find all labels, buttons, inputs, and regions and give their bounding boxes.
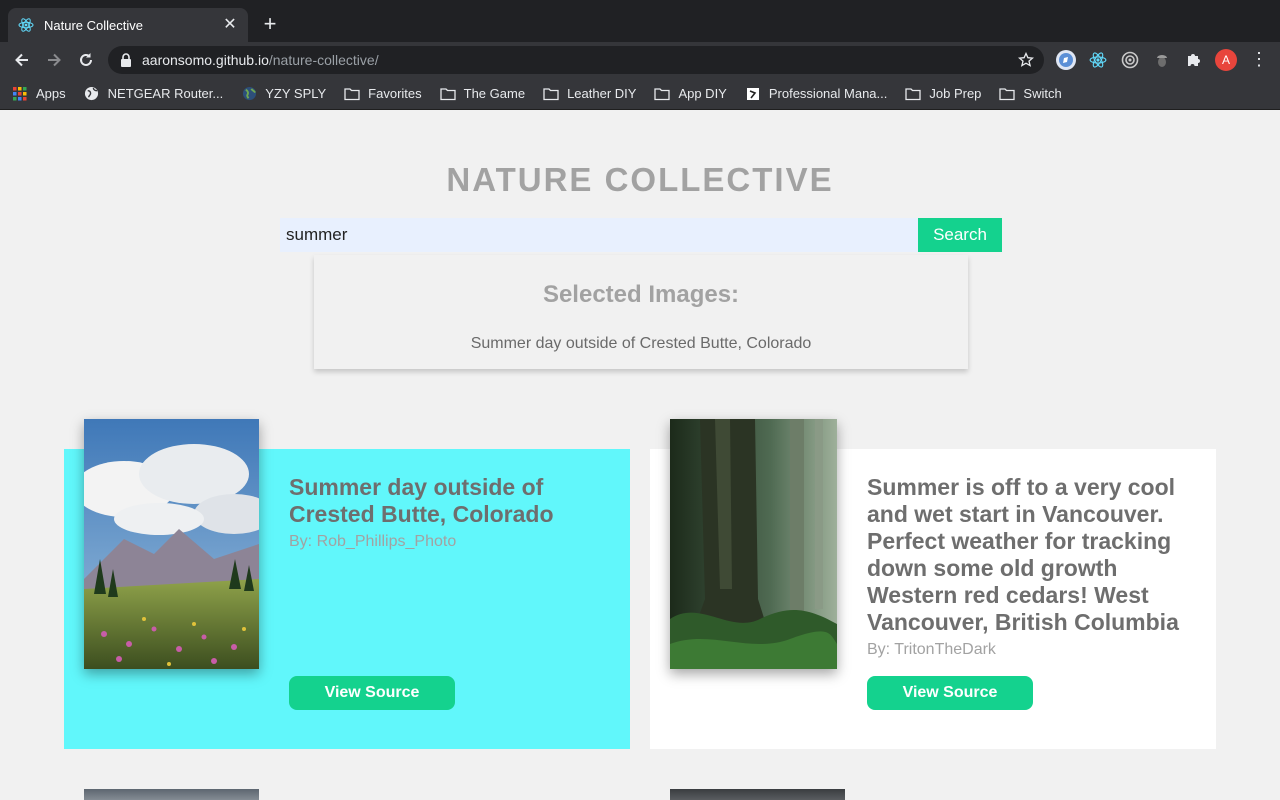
bookmark-label: Switch <box>1023 86 1062 101</box>
card-photo-partial[interactable] <box>84 789 259 800</box>
card-title: Summer is off to a very cool and wet sta… <box>867 474 1179 635</box>
acorn-extension-icon[interactable] <box>1150 48 1174 72</box>
bookmark-label: App DIY <box>678 86 727 101</box>
card-photo-cedar-forest[interactable] <box>670 419 837 669</box>
browser-toolbar: aaronsomo.github.io/nature-collective/ A… <box>0 42 1280 78</box>
folder-icon <box>654 86 671 102</box>
folder-icon <box>999 86 1016 102</box>
bookmark-label: Leather DIY <box>567 86 637 101</box>
selected-images-heading: Selected Images: <box>542 281 740 308</box>
bookmark-folder-favorites[interactable]: Favorites <box>344 86 422 102</box>
tab-title: Nature Collective <box>44 17 143 33</box>
folder-icon <box>543 86 559 102</box>
selected-images-panel: Selected Images: Summer day outside of C… <box>314 255 968 369</box>
extension-compass-icon[interactable] <box>1054 48 1078 72</box>
bookmark-folder-app-diy[interactable]: App DIY <box>654 86 727 102</box>
bookmarks-bar: Apps NETGEAR Router... YZY SPLY Favorite… <box>0 78 1280 110</box>
bookmark-apps[interactable]: Apps <box>12 86 66 102</box>
reload-icon[interactable] <box>74 48 98 72</box>
apps-grid-icon <box>12 86 28 102</box>
card-title: Summer day outside of Crested Butte, Col… <box>289 474 554 527</box>
bookmark-folder-the-game[interactable]: The Game <box>439 86 526 102</box>
search-button[interactable]: Search <box>918 218 1002 252</box>
target-extension-icon[interactable] <box>1118 48 1142 72</box>
folder-icon <box>344 86 360 102</box>
bookmark-label: The Game <box>463 86 526 101</box>
browser-tab[interactable]: Nature Collective ✕ <box>8 8 248 42</box>
menu-kebab-icon[interactable]: ⋮ <box>1250 48 1268 72</box>
globe-icon <box>84 86 100 102</box>
bookmark-label: Job Prep <box>929 86 982 101</box>
view-source-button[interactable]: View Source <box>289 676 455 710</box>
url-path: /nature-collective/ <box>268 52 379 68</box>
bookmark-label: Professional Mana... <box>768 86 888 101</box>
card-author: By: TritonTheDark <box>867 641 996 658</box>
card-photo-mountain-meadow[interactable] <box>74 419 274 669</box>
bookmark-label: NETGEAR Router... <box>107 86 224 101</box>
forward-arrow-icon[interactable] <box>42 48 66 72</box>
card-photo-partial[interactable] <box>670 789 845 800</box>
folder-icon <box>905 86 922 102</box>
react-devtools-icon[interactable] <box>1086 48 1110 72</box>
view-source-button[interactable]: View Source <box>867 676 1033 710</box>
bookmark-netgear[interactable]: NETGEAR Router... <box>84 86 224 102</box>
page-icon <box>745 86 761 102</box>
bookmark-folder-leather-diy[interactable]: Leather DIY <box>543 86 636 102</box>
new-tab-button[interactable]: + <box>258 12 282 36</box>
page-viewport: NATURE COLLECTIVE Search Selected Images… <box>0 111 1280 800</box>
profile-avatar[interactable]: A <box>1215 49 1237 71</box>
url-host: aaronsomo.github.io <box>142 52 269 68</box>
lock-icon <box>120 53 134 67</box>
close-tab-icon[interactable]: ✕ <box>222 17 238 33</box>
bookmark-yzy-sply[interactable]: YZY SPLY <box>241 86 326 102</box>
bookmark-professional-management[interactable]: Professional Mana... <box>745 86 888 102</box>
bookmark-folder-switch[interactable]: Switch <box>999 86 1062 102</box>
back-arrow-icon[interactable] <box>10 48 34 72</box>
react-logo-icon <box>18 17 34 33</box>
tab-strip: Nature Collective ✕ + <box>0 0 1280 42</box>
extensions-puzzle-icon[interactable] <box>1182 48 1206 72</box>
bookmark-label: Apps <box>36 86 66 101</box>
selected-image-item[interactable]: Summer day outside of Crested Butte, Col… <box>314 335 968 353</box>
folder-icon <box>439 86 456 102</box>
site-title: NATURE COLLECTIVE <box>446 161 834 198</box>
bookmark-label: Favorites <box>368 86 422 101</box>
address-bar[interactable]: aaronsomo.github.io/nature-collective/ <box>108 46 1044 74</box>
bookmark-folder-job-prep[interactable]: Job Prep <box>905 86 981 102</box>
earth-icon <box>241 86 257 102</box>
bookmark-label: YZY SPLY <box>265 86 327 101</box>
search-input[interactable] <box>280 218 918 252</box>
bookmark-star-icon[interactable] <box>1017 51 1035 68</box>
card-author: By: Rob_Phillips_Photo <box>289 533 457 550</box>
